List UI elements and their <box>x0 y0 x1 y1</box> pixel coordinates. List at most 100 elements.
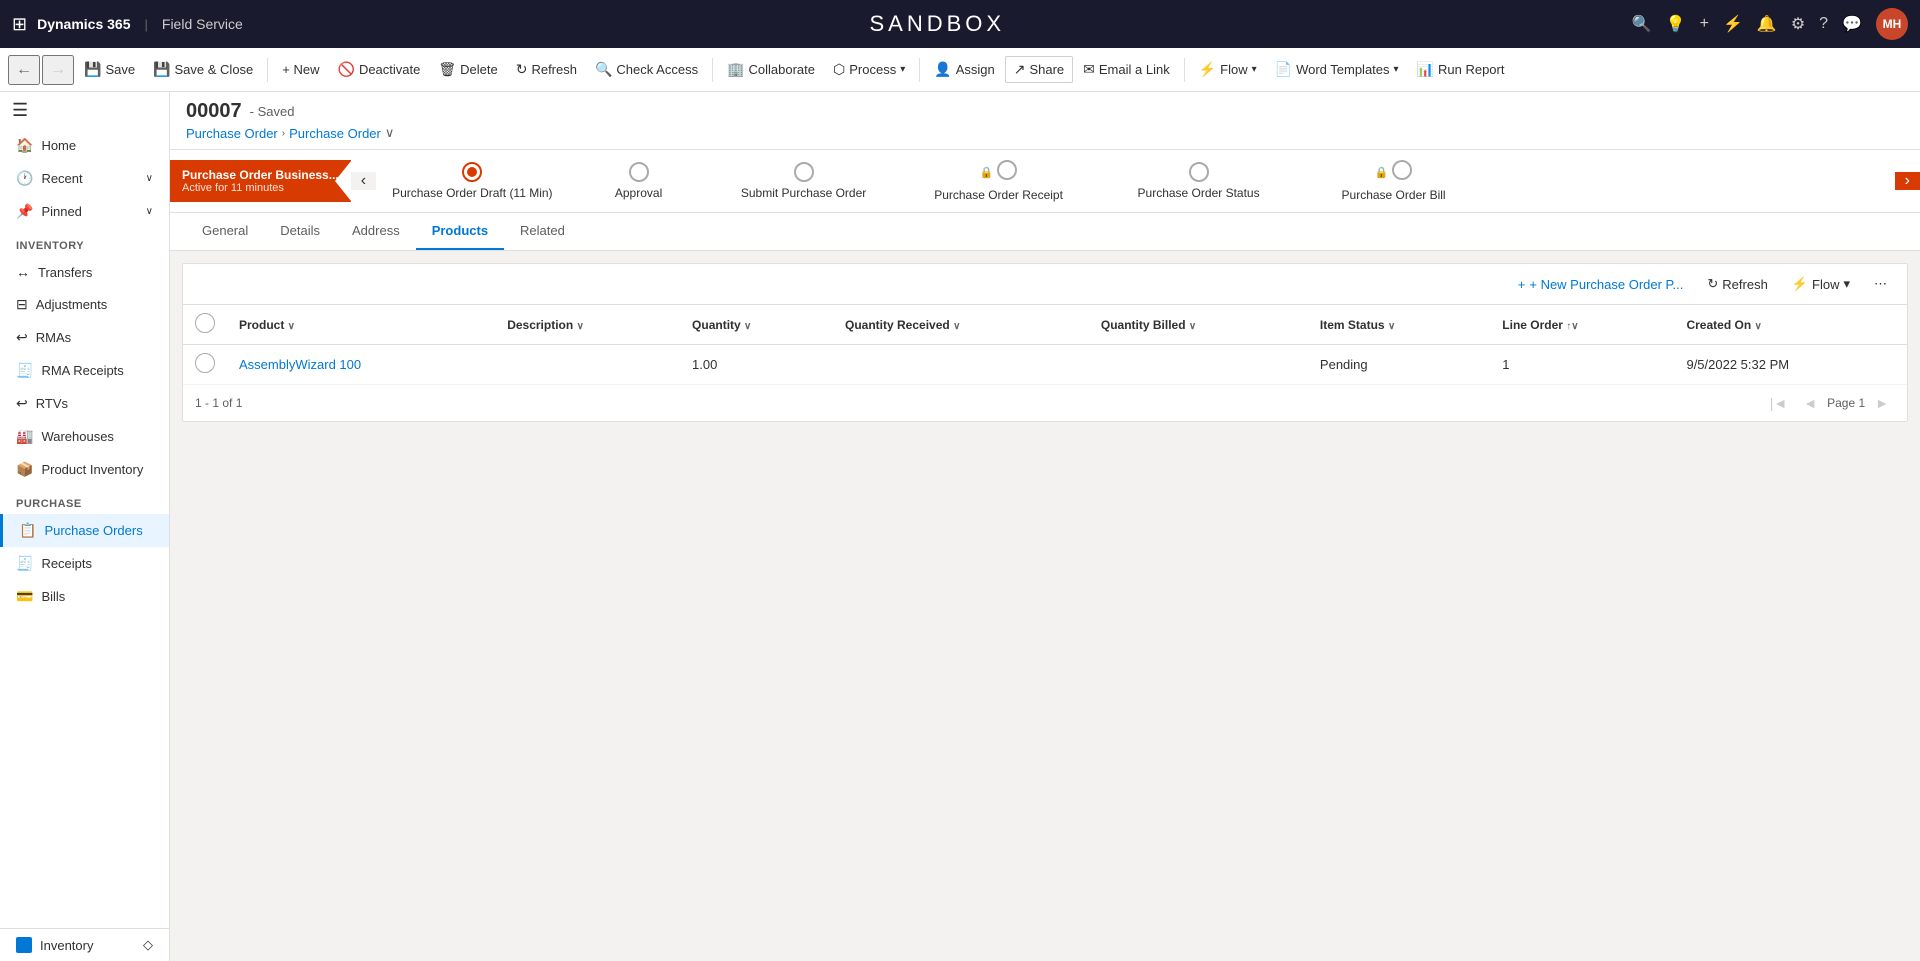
help-icon[interactable]: ? <box>1819 15 1828 33</box>
process-button[interactable]: ⬡ Process ▾ <box>825 57 913 82</box>
back-button[interactable]: ← <box>8 55 40 85</box>
step-circle-approval <box>629 162 649 182</box>
filter-icon[interactable]: ⚡ <box>1723 14 1743 34</box>
tab-details[interactable]: Details <box>264 213 336 250</box>
rma-receipts-icon: 🧾 <box>16 362 33 379</box>
col-line-order[interactable]: Line Order ↑∨ <box>1490 305 1674 345</box>
description-sort-icon: ∨ <box>577 321 584 332</box>
breadcrumb-link-1[interactable]: Purchase Order <box>186 126 278 141</box>
sidebar-item-recent[interactable]: 🕐 Recent ∨ <box>0 162 169 195</box>
toolbar-sep-1 <box>267 58 268 82</box>
save-close-button[interactable]: 💾 Save & Close <box>145 57 261 82</box>
top-nav-bar: ⊞ Dynamics 365 | Field Service SANDBOX 🔍… <box>0 0 1920 48</box>
bills-icon: 💳 <box>16 588 33 605</box>
process-next-btn[interactable]: › <box>1895 172 1920 190</box>
refresh-icon: ↻ <box>516 61 528 78</box>
sidebar-item-receipts[interactable]: 🧾 Receipts <box>0 547 169 580</box>
tab-products[interactable]: Products <box>416 213 504 250</box>
pagination-prev-button[interactable]: ◄ <box>1797 393 1823 413</box>
add-icon[interactable]: + <box>1700 15 1709 33</box>
breadcrumb-link-2[interactable]: Purchase Order <box>289 126 381 141</box>
collaborate-button[interactable]: 🏢 Collaborate <box>719 57 823 82</box>
sidebar: ☰ 🏠 Home 🕐 Recent ∨ 📌 Pinned ∨ Inventory… <box>0 92 170 961</box>
sidebar-item-purchase-orders[interactable]: 📋 Purchase Orders <box>0 514 169 547</box>
email-link-button[interactable]: ✉ Email a Link <box>1075 57 1178 82</box>
run-report-button[interactable]: 📊 Run Report <box>1409 57 1513 82</box>
item-status-cell: Pending <box>1308 345 1490 385</box>
process-step-status[interactable]: Purchase Order Status <box>1099 152 1299 210</box>
table-header-row: Product ∨ Description ∨ Quantity ∨ Quant… <box>183 305 1907 345</box>
word-templates-button[interactable]: 📄 Word Templates ▾ <box>1267 57 1407 82</box>
avatar[interactable]: MH <box>1876 8 1908 40</box>
top-nav-icons: 🔍 💡 + ⚡ 🔔 ⚙ ? 💬 MH <box>1632 8 1908 40</box>
sidebar-item-rtvs[interactable]: ↩ RTVs <box>0 387 169 420</box>
select-all-header[interactable] <box>183 305 227 345</box>
products-flow-chevron-icon: ▾ <box>1843 276 1850 292</box>
grid-icon[interactable]: ⊞ <box>12 14 27 35</box>
process-collapse-btn[interactable] <box>335 160 351 202</box>
col-quantity-received[interactable]: Quantity Received ∨ <box>833 305 1089 345</box>
product-sort-icon: ∨ <box>288 321 295 332</box>
inventory-section-header: Inventory <box>0 228 169 256</box>
settings-icon[interactable]: ⚙ <box>1791 14 1805 34</box>
lightbulb-icon[interactable]: 💡 <box>1666 14 1686 34</box>
qty-billed-sort-icon: ∨ <box>1189 321 1196 332</box>
tab-address[interactable]: Address <box>336 213 416 250</box>
step-label-draft: Purchase Order Draft (11 Min) <box>392 186 553 200</box>
col-created-on[interactable]: Created On ∨ <box>1674 305 1907 345</box>
hamburger-icon[interactable]: ☰ <box>0 92 169 129</box>
deactivate-icon: 🚫 <box>338 61 355 78</box>
sidebar-item-pinned[interactable]: 📌 Pinned ∨ <box>0 195 169 228</box>
col-item-status[interactable]: Item Status ∨ <box>1308 305 1490 345</box>
assign-button[interactable]: 👤 Assign <box>926 57 1002 82</box>
col-quantity[interactable]: Quantity ∨ <box>680 305 833 345</box>
sidebar-bottom[interactable]: Inventory ◇ <box>0 928 169 961</box>
row-checkbox[interactable] <box>195 353 215 373</box>
sidebar-item-rmas[interactable]: ↩ RMAs <box>0 321 169 354</box>
product-link[interactable]: AssemblyWizard 100 <box>239 357 361 372</box>
chat-icon[interactable]: 💬 <box>1842 14 1862 34</box>
process-prev-btn[interactable]: ‹ <box>351 172 376 190</box>
process-step-approval[interactable]: Approval <box>569 152 709 210</box>
sidebar-item-product-inventory[interactable]: 📦 Product Inventory <box>0 453 169 486</box>
process-step-draft[interactable]: Purchase Order Draft (11 Min) <box>376 152 569 210</box>
deactivate-button[interactable]: 🚫 Deactivate <box>330 57 429 82</box>
save-icon: 💾 <box>84 61 101 78</box>
check-access-icon: 🔍 <box>595 61 612 78</box>
flow-button[interactable]: ⚡ Flow ▾ <box>1191 57 1265 82</box>
forward-button[interactable]: → <box>42 55 74 85</box>
sidebar-item-bills[interactable]: 💳 Bills <box>0 580 169 613</box>
share-button[interactable]: ↗ Share <box>1005 56 1073 83</box>
process-step-bill[interactable]: 🔒 Purchase Order Bill <box>1299 150 1489 212</box>
sidebar-item-warehouses[interactable]: 🏭 Warehouses <box>0 420 169 453</box>
pagination-next-button[interactable]: ► <box>1869 393 1895 413</box>
refresh-button[interactable]: ↻ Refresh <box>508 57 585 82</box>
pagination-first-button[interactable]: |◄ <box>1764 393 1794 413</box>
tab-general[interactable]: General <box>186 213 264 250</box>
new-button[interactable]: + New <box>274 58 327 81</box>
sidebar-item-rma-receipts[interactable]: 🧾 RMA Receipts <box>0 354 169 387</box>
col-description[interactable]: Description ∨ <box>495 305 680 345</box>
breadcrumb-chevron-icon[interactable]: ∨ <box>385 125 395 141</box>
sidebar-item-adjustments[interactable]: ⊟ Adjustments <box>0 288 169 321</box>
share-icon: ↗ <box>1014 61 1026 78</box>
save-button[interactable]: 💾 Save <box>76 57 143 82</box>
delete-button[interactable]: 🗑 Delete <box>430 57 505 82</box>
new-purchase-order-product-button[interactable]: + + New Purchase Order P... <box>1510 273 1692 296</box>
row-select-cell[interactable] <box>183 345 227 385</box>
select-all-checkbox[interactable] <box>195 313 215 333</box>
process-step-receipt[interactable]: 🔒 Purchase Order Receipt <box>899 150 1099 212</box>
check-access-button[interactable]: 🔍 Check Access <box>587 57 706 82</box>
bell-icon[interactable]: 🔔 <box>1757 14 1777 34</box>
sidebar-item-transfers[interactable]: ↔ Transfers <box>0 256 169 288</box>
active-business-process[interactable]: Purchase Order Business... Active for 11… <box>170 160 351 202</box>
products-flow-button[interactable]: ⚡ Flow ▾ <box>1784 272 1858 296</box>
search-icon[interactable]: 🔍 <box>1632 14 1652 34</box>
sidebar-item-home[interactable]: 🏠 Home <box>0 129 169 162</box>
tab-related[interactable]: Related <box>504 213 581 250</box>
products-refresh-button[interactable]: ↻ Refresh <box>1699 272 1775 296</box>
process-step-submit[interactable]: Submit Purchase Order <box>709 152 899 210</box>
col-product[interactable]: Product ∨ <box>227 305 495 345</box>
col-quantity-billed[interactable]: Quantity Billed ∨ <box>1089 305 1308 345</box>
products-more-button[interactable]: ⋯ <box>1866 272 1895 296</box>
